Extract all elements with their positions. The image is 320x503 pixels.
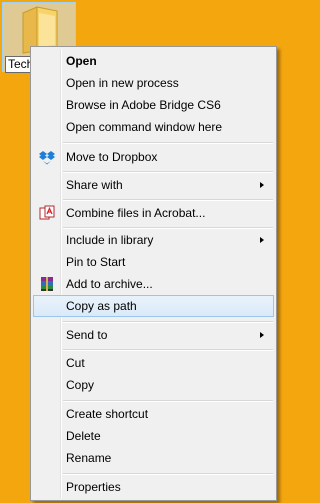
menu-item-share-with[interactable]: Share with xyxy=(33,174,274,196)
menu-item-label: Delete xyxy=(66,429,101,443)
menu-item-pin-to-start[interactable]: Pin to Start xyxy=(33,251,274,273)
menu-item-label: Create shortcut xyxy=(66,407,149,421)
menu-item-label: Share with xyxy=(66,178,123,192)
context-menu: Open Open in new process Browse in Adobe… xyxy=(30,46,277,501)
menu-item-label: Properties xyxy=(66,480,121,494)
menu-item-label: Open in new process xyxy=(66,76,179,90)
acrobat-icon xyxy=(39,205,55,221)
menu-item-label: Move to Dropbox xyxy=(66,150,158,164)
menu-item-label: Include in library xyxy=(66,233,154,247)
menu-separator xyxy=(63,142,273,144)
menu-item-open[interactable]: Open xyxy=(33,50,274,72)
menu-item-label: Combine files in Acrobat... xyxy=(66,206,206,220)
dropbox-icon xyxy=(39,149,55,165)
menu-item-label: Add to archive... xyxy=(66,277,153,291)
submenu-arrow-icon xyxy=(260,332,264,338)
menu-item-label: Send to xyxy=(66,328,108,342)
menu-item-cut[interactable]: Cut xyxy=(33,352,274,374)
menu-item-include-in-library[interactable]: Include in library xyxy=(33,229,274,251)
menu-item-label: Open xyxy=(66,54,97,68)
menu-separator xyxy=(63,400,273,402)
menu-item-label: Pin to Start xyxy=(66,255,126,269)
submenu-arrow-icon xyxy=(260,237,264,243)
menu-item-add-to-archive[interactable]: Add to archive... xyxy=(33,273,274,295)
menu-item-send-to[interactable]: Send to xyxy=(33,324,274,346)
menu-item-label: Copy xyxy=(66,378,95,392)
menu-item-label: Rename xyxy=(66,451,112,465)
menu-item-label: Cut xyxy=(66,356,85,370)
menu-item-delete[interactable]: Delete xyxy=(33,425,274,447)
menu-item-create-shortcut[interactable]: Create shortcut xyxy=(33,403,274,425)
menu-item-open-in-new-process[interactable]: Open in new process xyxy=(33,72,274,94)
menu-item-label: Copy as path xyxy=(66,299,137,313)
menu-item-properties[interactable]: Properties xyxy=(33,476,274,498)
menu-item-copy[interactable]: Copy xyxy=(33,374,274,396)
menu-item-label: Open command window here xyxy=(66,120,223,134)
menu-item-label: Browse in Adobe Bridge CS6 xyxy=(66,98,221,112)
menu-item-move-to-dropbox[interactable]: Move to Dropbox xyxy=(33,146,274,168)
menu-separator xyxy=(63,321,273,323)
menu-item-combine-in-acrobat[interactable]: Combine files in Acrobat... xyxy=(33,202,274,224)
menu-separator xyxy=(63,349,273,351)
menu-separator xyxy=(63,171,273,173)
menu-item-open-command-window[interactable]: Open command window here xyxy=(33,116,274,138)
menu-separator xyxy=(63,199,273,201)
submenu-arrow-icon xyxy=(260,182,264,188)
winrar-icon xyxy=(39,276,55,292)
menu-item-rename[interactable]: Rename xyxy=(33,447,274,469)
menu-separator xyxy=(63,473,273,475)
menu-item-browse-in-bridge[interactable]: Browse in Adobe Bridge CS6 xyxy=(33,94,274,116)
menu-item-copy-as-path[interactable]: Copy as path xyxy=(33,295,274,317)
